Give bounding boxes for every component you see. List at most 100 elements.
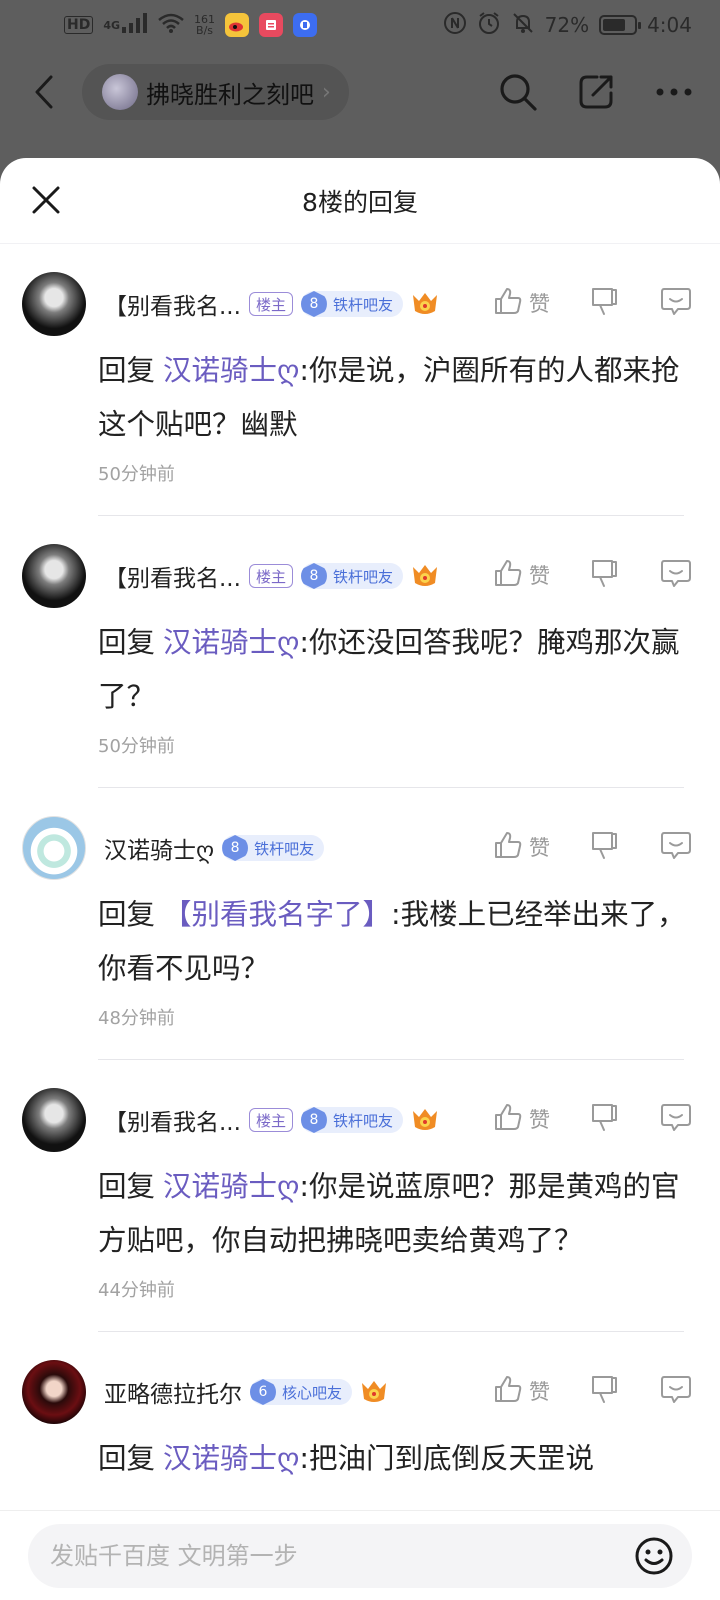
emoji-button[interactable] (632, 1534, 676, 1578)
comment-icon (660, 832, 692, 864)
level-badge: 8 铁杆吧友 (300, 291, 403, 317)
reply-actions: 赞 (493, 1096, 692, 1142)
emblem-icon (360, 1379, 388, 1405)
mention-link[interactable]: 汉诺骑士ღ (163, 354, 299, 387)
reply-content: 回复 【别看我名字了】:我楼上已经举出来了，你看不见吗？ (98, 888, 688, 996)
comment-button[interactable] (660, 558, 692, 592)
replies-sheet: 8楼的回复 【别看我名... 楼主 8 铁杆吧友赞回复 汉诺骑士ღ:你是说，沪圈所有的人… (0, 158, 720, 1600)
username[interactable]: 【别看我名... (104, 1103, 241, 1137)
close-button[interactable] (26, 180, 66, 220)
reply-meta: 汉诺骑士ღ 8 铁杆吧友 (104, 828, 325, 868)
dislike-button[interactable] (590, 1102, 620, 1136)
avatar[interactable] (22, 544, 86, 608)
close-icon (32, 186, 60, 214)
more-button[interactable] (652, 70, 696, 114)
forum-avatar (102, 74, 138, 110)
search-icon (500, 74, 537, 111)
thumbs-down-icon (590, 1104, 620, 1136)
reply-time: 44分钟前 (98, 1280, 175, 1301)
reply-time: 48分钟前 (98, 1008, 175, 1029)
reply-actions: 赞 (493, 552, 692, 598)
comment-input[interactable] (50, 1541, 632, 1570)
nfc-icon (443, 11, 467, 40)
level-badge: 8 铁杆吧友 (222, 835, 325, 861)
username[interactable]: 【别看我名... (104, 559, 241, 593)
tieba-app-icon (293, 13, 318, 37)
level-title: 铁杆吧友 (332, 1111, 393, 1130)
reply-meta: 【别看我名... 楼主 8 铁杆吧友 (104, 284, 439, 324)
reply-time: 50分钟前 (98, 736, 175, 757)
search-button[interactable] (496, 70, 540, 114)
dislike-button[interactable] (590, 286, 620, 320)
reply-list: 【别看我名... 楼主 8 铁杆吧友赞回复 汉诺骑士ღ:你是说，沪圈所有的人都来抢这个贴… (0, 244, 720, 1600)
hd-indicator: HD (64, 16, 94, 34)
mention-link[interactable]: 汉诺骑士ღ (163, 1442, 299, 1475)
reply-actions: 赞 (493, 824, 692, 870)
avatar[interactable] (22, 1088, 86, 1152)
reply-actions: 赞 (493, 1368, 692, 1414)
level-title: 铁杆吧友 (254, 839, 315, 858)
level-number: 8 (300, 291, 327, 317)
more-icon (656, 88, 692, 96)
comment-icon (660, 560, 692, 592)
thumbs-down-icon (590, 1376, 620, 1408)
battery-icon (599, 15, 642, 35)
comment-button[interactable] (660, 286, 692, 320)
reply-meta: 【别看我名... 楼主 8 铁杆吧友 (104, 1100, 439, 1140)
like-button[interactable]: 赞 (493, 1102, 550, 1136)
username[interactable]: 【别看我名... (104, 287, 241, 321)
username[interactable]: 汉诺骑士ღ (104, 831, 214, 865)
like-label: 赞 (529, 564, 550, 588)
signal-label: 4G (103, 18, 121, 32)
emblem-icon (411, 563, 439, 589)
like-button[interactable]: 赞 (493, 286, 550, 320)
forum-name: 拂晓胜利之刻吧 (146, 80, 314, 109)
avatar[interactable] (22, 816, 86, 880)
share-button[interactable] (574, 70, 618, 114)
comment-button[interactable] (660, 1102, 692, 1136)
dislike-button[interactable] (590, 830, 620, 864)
avatar[interactable] (22, 272, 86, 336)
dislike-button[interactable] (590, 558, 620, 592)
thumbs-up-icon (493, 286, 523, 320)
emblem-icon (411, 291, 439, 317)
avatar[interactable] (22, 1360, 86, 1424)
emoji-icon (635, 1537, 673, 1574)
username[interactable]: 亚略德拉托尔 (104, 1375, 242, 1409)
reply-item: 【别看我名... 楼主 8 铁杆吧友 赞回复 汉诺骑士ღ:你是说，沪圈所有的人都来抢这个贴… (0, 244, 720, 516)
sheet-title: 8楼的回复 (302, 187, 418, 217)
like-button[interactable]: 赞 (493, 558, 550, 592)
mention-link[interactable]: 汉诺骑士ღ (163, 626, 299, 659)
level-number: 8 (222, 835, 249, 861)
back-button[interactable] (24, 72, 64, 112)
comment-button[interactable] (660, 1374, 692, 1408)
reply-content: 回复 汉诺骑士ღ:你是说蓝原吧？那是黄鸡的官方贴吧，你自动把拂晓吧卖给黄鸡了？ (98, 1160, 688, 1268)
comment-button[interactable] (660, 830, 692, 864)
comment-icon (660, 1104, 692, 1136)
level-number: 6 (250, 1379, 276, 1405)
battery-fill (603, 19, 625, 31)
weibo-icon (225, 13, 250, 37)
reply-prefix: 回复 (98, 626, 156, 659)
status-right: 72% 4:04 (443, 11, 692, 40)
comment-icon (660, 1376, 692, 1408)
reply-meta: 【别看我名... 楼主 8 铁杆吧友 (104, 556, 439, 596)
level-title: 铁杆吧友 (332, 567, 393, 586)
level-badge: 6 核心吧友 (250, 1379, 353, 1405)
level-badge: 8 铁杆吧友 (300, 563, 403, 589)
owner-badge: 楼主 (248, 564, 293, 588)
dislike-button[interactable] (590, 1374, 620, 1408)
comment-input-wrapper (28, 1523, 692, 1588)
reply-prefix: 回复 (98, 898, 156, 931)
mention-link[interactable]: 【别看我名字了】 (163, 898, 391, 931)
like-label: 赞 (529, 1380, 550, 1404)
mention-link[interactable]: 汉诺骑士ღ (163, 1170, 299, 1203)
thumbs-up-icon (493, 558, 523, 592)
mute-icon (511, 11, 535, 40)
like-label: 赞 (529, 836, 550, 860)
like-label: 赞 (529, 1108, 550, 1132)
forum-link[interactable]: 拂晓胜利之刻吧 › (82, 64, 349, 120)
like-button[interactable]: 赞 (493, 1374, 550, 1408)
like-button[interactable]: 赞 (493, 830, 550, 864)
reply-meta: 亚略德拉托尔 6 核心吧友 (104, 1372, 388, 1412)
